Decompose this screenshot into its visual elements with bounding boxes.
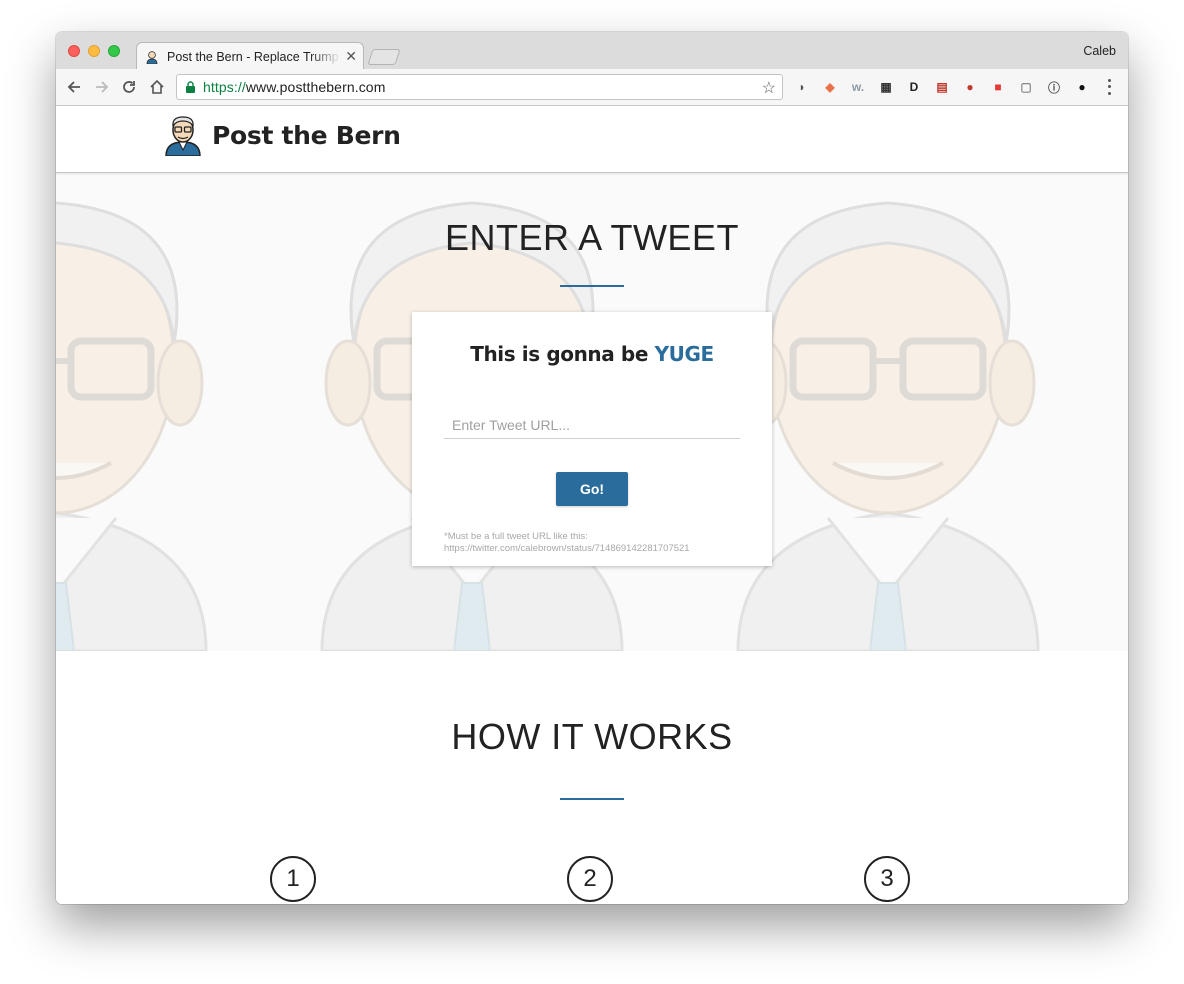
url-text: https://www.postthebern.com [203, 79, 385, 95]
url-hint: *Must be a full tweet URL like this: htt… [444, 531, 754, 555]
close-window-button[interactable] [68, 45, 80, 57]
card-title-prefix: This is gonna be [470, 342, 655, 366]
new-tab-button[interactable] [367, 49, 401, 65]
url-scheme: https:// [203, 79, 246, 95]
step-2-badge: 2 [567, 856, 613, 902]
title-underline [560, 285, 624, 287]
lock-icon [186, 81, 195, 93]
arrow-right-icon [96, 81, 109, 93]
forward-button[interactable] [91, 76, 113, 98]
bag-icon[interactable]: ■ [989, 78, 1007, 96]
browser-menu-icon[interactable] [1102, 77, 1116, 97]
tab-icon[interactable]: ◆ [821, 78, 839, 96]
browser-tab[interactable]: Post the Bern - Replace Trump ✕ [136, 42, 364, 70]
url-host: www.postthebern.com [245, 79, 386, 95]
zoom-window-button[interactable] [108, 45, 120, 57]
address-bar[interactable]: https://www.postthebern.com ☆ [176, 74, 783, 100]
page-viewport: Post the Bern ENTER A TWEET This is gonn… [56, 106, 1128, 904]
tweet-url-input[interactable] [444, 411, 740, 439]
bernie-logo-icon [165, 116, 201, 156]
how-it-works-title: HOW IT WORKS [451, 716, 733, 757]
minimize-window-button[interactable] [88, 45, 100, 57]
info-icon[interactable]: ⓘ [1045, 78, 1063, 96]
brand[interactable]: Post the Bern [162, 114, 401, 156]
home-button[interactable] [146, 76, 168, 98]
brand-name: Post the Bern [212, 120, 401, 150]
tab-strip: Post the Bern - Replace Trump ✕ Caleb [56, 32, 1128, 70]
browser-window: Post the Bern - Replace Trump ✕ Caleb ht… [56, 32, 1128, 904]
hint-line: *Must be a full tweet URL like this: [444, 531, 588, 542]
w-icon[interactable]: w. [849, 78, 867, 96]
enter-tweet-title: ENTER A TWEET [445, 217, 739, 258]
profile-name[interactable]: Caleb [1083, 44, 1116, 58]
tab-title: Post the Bern - Replace Trump [167, 49, 339, 64]
browser-toolbar: https://www.postthebern.com ☆ ◗ ◆ w. ▦ D ▤ ● ■ ▢… [56, 69, 1128, 106]
pocket-icon[interactable]: ◗ [793, 78, 811, 96]
back-button[interactable] [63, 76, 85, 98]
home-icon [150, 79, 164, 94]
step-1-badge: 1 [270, 856, 316, 902]
step-3-badge: 3 [864, 856, 910, 902]
enter-tweet-section: ENTER A TWEET This is gonna be YUGE Go! … [56, 173, 1128, 651]
arrow-left-icon [67, 81, 80, 93]
bernie-favicon-icon [146, 50, 158, 64]
how-underline [560, 798, 624, 800]
film-icon[interactable]: ▦ [877, 78, 895, 96]
p-icon[interactable]: ● [1073, 78, 1091, 96]
reload-icon [123, 81, 135, 93]
go-button[interactable]: Go! [556, 472, 628, 506]
tweet-card: This is gonna be YUGE Go! *Must be a ful… [412, 312, 772, 566]
reload-button[interactable] [118, 76, 140, 98]
tab-close-icon[interactable]: ✕ [345, 48, 357, 65]
d-icon[interactable]: D [905, 78, 923, 96]
card-title-accent: YUGE [654, 342, 715, 366]
card-title: This is gonna be YUGE [412, 342, 772, 366]
screen-icon[interactable]: ▢ [1017, 78, 1035, 96]
flag-icon[interactable]: ▤ [933, 78, 951, 96]
site-header: Post the Bern [56, 106, 1128, 173]
bookmark-star-icon[interactable]: ☆ [762, 78, 776, 98]
hint-example-url: https://twitter.com/calebrown/status/714… [444, 543, 690, 554]
santa-icon[interactable]: ● [961, 78, 979, 96]
